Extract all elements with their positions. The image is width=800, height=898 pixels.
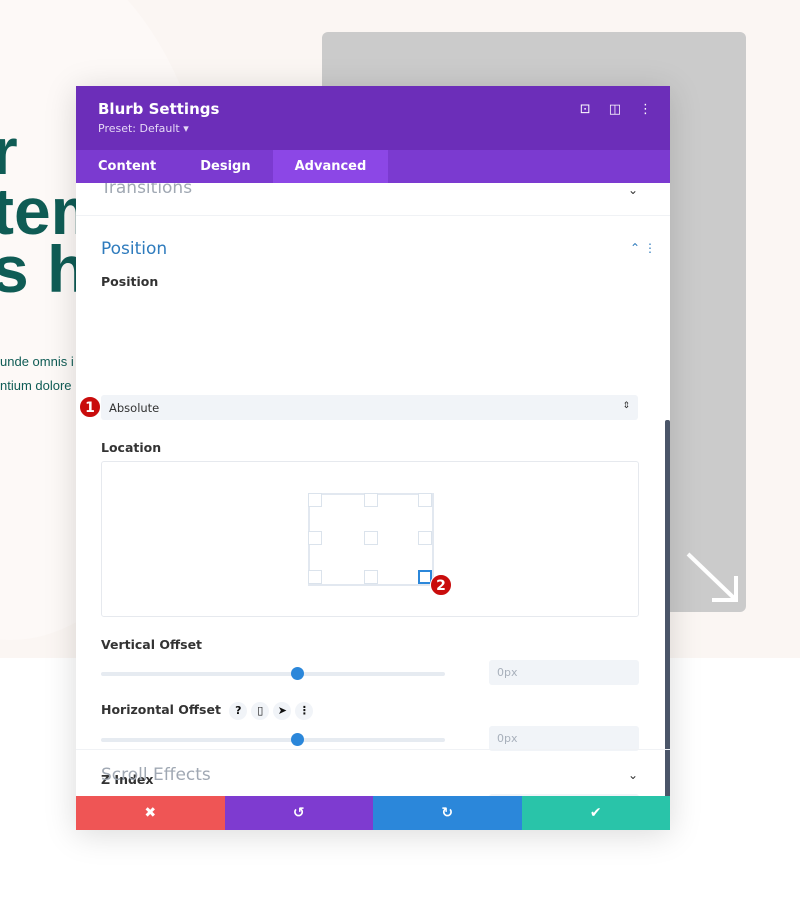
redo-button[interactable]: ↻ [373, 796, 522, 830]
undo-button[interactable]: ↺ [224, 796, 373, 830]
chevron-down-icon[interactable]: ⌄ [628, 768, 638, 782]
hero-line: s h [0, 232, 88, 306]
location-top-right[interactable] [418, 493, 432, 507]
location-bottom-left[interactable] [308, 570, 322, 584]
position-value: Absolute [109, 401, 160, 415]
paragraph-line: ntium dolore [0, 378, 72, 393]
vertical-offset-label: Vertical Offset [101, 637, 203, 652]
tab-advanced[interactable]: Advanced [272, 150, 389, 183]
position-select[interactable]: Absolute ⇕ [101, 395, 638, 420]
modal-header: Blurb Settings Preset: Default ▾ ⊡ ◫ ⋮ [76, 86, 670, 150]
help-icon[interactable]: ? [229, 702, 248, 720]
location-label: Location [101, 440, 162, 455]
section-position[interactable]: Position [101, 239, 167, 259]
horizontal-offset-label: Horizontal Offset ? ▯ ➤ ⋮ [101, 702, 314, 720]
horizontal-offset-input[interactable]: 0px [489, 726, 639, 751]
step-badge-2: 2 [430, 574, 452, 596]
slider-handle[interactable] [291, 667, 304, 680]
location-center-right[interactable] [418, 531, 432, 545]
focus-icon[interactable]: ⊡ [580, 102, 591, 117]
split-view-icon[interactable]: ◫ [609, 102, 621, 117]
slider-handle[interactable] [291, 733, 304, 746]
blurb-settings-modal: Blurb Settings Preset: Default ▾ ⊡ ◫ ⋮ C… [76, 86, 670, 830]
step-badge-1: 1 [79, 396, 101, 418]
vertical-offset-input[interactable]: 0px [489, 660, 639, 685]
tab-design[interactable]: Design [178, 150, 272, 183]
modal-title: Blurb Settings [98, 100, 220, 118]
section-more-icon[interactable]: ⋮ [644, 241, 656, 255]
save-button[interactable]: ✔ [521, 796, 670, 830]
more-icon[interactable]: ⋮ [295, 702, 314, 720]
more-icon[interactable]: ⋮ [639, 102, 652, 117]
cursor-icon[interactable]: ➤ [273, 702, 292, 720]
tab-content[interactable]: Content [76, 150, 178, 183]
select-arrows-icon: ⇕ [622, 401, 630, 411]
preset-dropdown[interactable]: Preset: Default ▾ [98, 122, 648, 135]
tab-bar: Content Design Advanced [76, 150, 670, 183]
vertical-offset-slider[interactable] [101, 667, 445, 680]
chevron-down-icon[interactable]: ⌄ [628, 183, 638, 197]
horizontal-offset-text: Horizontal Offset [101, 702, 221, 717]
horizontal-offset-slider[interactable] [101, 733, 445, 746]
location-top-center[interactable] [364, 493, 378, 507]
section-scroll-effects[interactable]: Scroll Effects [101, 765, 211, 785]
paragraph-line: unde omnis i [0, 354, 74, 369]
chevron-up-icon[interactable]: ⌃ [630, 241, 640, 255]
scrollbar[interactable] [665, 420, 670, 796]
location-top-left[interactable] [308, 493, 322, 507]
location-center[interactable] [364, 531, 378, 545]
settings-body: Transitions ⌄ Position ⌃ ⋮ Position Abso… [76, 183, 670, 796]
modal-footer: ✖ ↺ ↻ ✔ [76, 796, 670, 830]
position-label: Position [101, 274, 159, 289]
location-picker: 2 [101, 461, 639, 617]
diagonal-arrow-icon [686, 552, 738, 602]
cancel-button[interactable]: ✖ [76, 796, 225, 830]
section-transitions[interactable]: Transitions [101, 183, 192, 198]
mobile-icon[interactable]: ▯ [251, 702, 270, 720]
location-center-left[interactable] [308, 531, 322, 545]
location-bottom-center[interactable] [364, 570, 378, 584]
